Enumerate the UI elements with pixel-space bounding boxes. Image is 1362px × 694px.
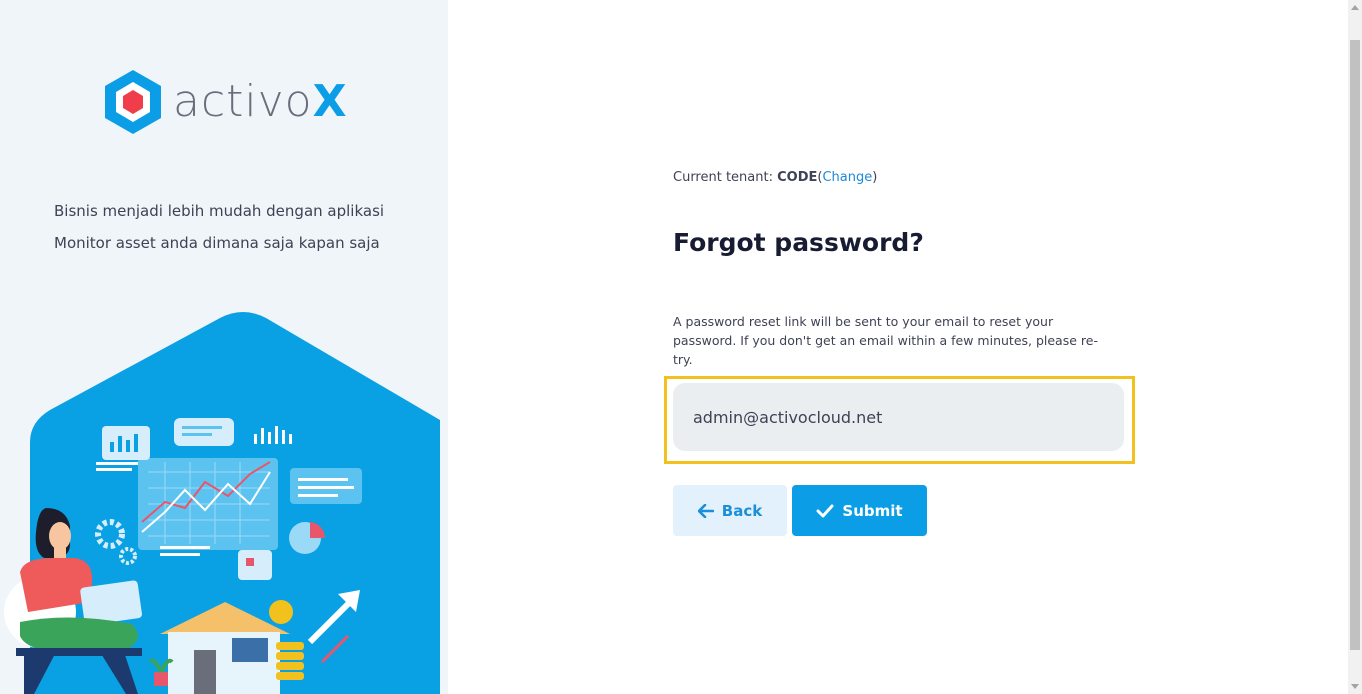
page-title: Forgot password? (673, 228, 924, 257)
back-button[interactable]: Back (673, 485, 787, 536)
tenant-info: Current tenant: CODE(Change) (673, 170, 877, 185)
tagline-primary: Bisnis menjadi lebih mudah dengan aplika… (54, 202, 385, 220)
paren-close: ) (872, 170, 878, 185)
tagline-secondary: Monitor asset anda dimana saja kapan saj… (54, 234, 380, 252)
aside-panel: activoX Bisnis menjadi lebih mudah denga… (0, 0, 448, 694)
scrollbar-thumb[interactable] (1350, 40, 1360, 650)
brand-logo: activoX (102, 68, 352, 138)
main-panel: Current tenant: CODE(Change) Forgot pass… (448, 0, 1348, 694)
back-button-label: Back (721, 501, 763, 520)
email-input[interactable] (673, 383, 1124, 451)
change-tenant-link[interactable]: Change (822, 170, 872, 185)
vertical-scrollbar[interactable] (1348, 0, 1362, 694)
scroll-down-arrow-icon[interactable] (1348, 678, 1362, 694)
submit-button[interactable]: Submit (792, 485, 927, 536)
check-icon (816, 504, 834, 517)
reset-description: A password reset link will be sent to yo… (673, 314, 1098, 367)
hexagon-logo-icon (105, 70, 161, 134)
scroll-up-arrow-icon[interactable] (1348, 0, 1362, 16)
arrow-left-icon (697, 503, 714, 518)
submit-button-label: Submit (842, 501, 903, 520)
brand-wordmark: activoX (173, 76, 348, 127)
tenant-name: CODE (777, 170, 818, 185)
tenant-label: Current tenant: (673, 170, 773, 185)
business-analytics-illustration (4, 312, 440, 694)
